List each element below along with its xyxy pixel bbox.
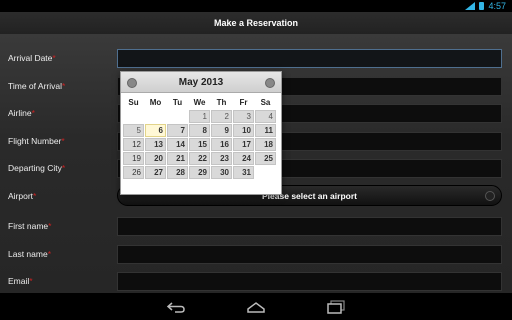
weekday-header: Su: [128, 98, 139, 107]
calendar-day[interactable]: 8: [189, 124, 210, 137]
weekday-header: Fr: [239, 98, 248, 107]
calendar-day[interactable]: 29: [189, 166, 210, 179]
weekday-header: We: [193, 98, 206, 107]
calendar-day[interactable]: 26: [123, 166, 144, 179]
weekday-header: Tu: [172, 98, 183, 107]
status-clock: 4:57: [488, 1, 506, 11]
calendar-day[interactable]: 4: [255, 110, 276, 123]
calendar-day[interactable]: 19: [123, 152, 144, 165]
calendar-day[interactable]: 14: [167, 138, 188, 151]
first-name-field[interactable]: [117, 217, 502, 236]
weekday-header: Sa: [260, 98, 271, 107]
weekday-header: Mo: [149, 98, 162, 107]
calendar-week-row: 26 27 28 29 30 31: [123, 166, 276, 179]
row-first-name: First name*: [0, 214, 512, 241]
calendar-week-row: 5 6 7 8 9 10 11: [123, 124, 276, 137]
airport-label: Airport*: [8, 191, 37, 201]
first-name-label: First name*: [8, 221, 52, 231]
calendar-day[interactable]: 27: [145, 166, 166, 179]
calendar-day[interactable]: 6: [145, 124, 166, 137]
last-name-label: Last name*: [8, 249, 52, 259]
calendar-grid: Su Mo Tu We Th Fr Sa 1 2 3 4 5 6 7 8 9 10 11 12 13 14 15 16 17…: [122, 95, 277, 180]
time-of-arrival-label: Time of Arrival*: [8, 81, 66, 91]
date-picker-calendar: May 2013 Su Mo Tu We Th Fr Sa 1 2 3 4 5 6 7 8 9 10 11 12 1…: [120, 71, 282, 195]
calendar-day[interactable]: 28: [167, 166, 188, 179]
calendar-day[interactable]: 12: [123, 138, 144, 151]
calendar-day[interactable]: 21: [167, 152, 188, 165]
calendar-day[interactable]: 10: [233, 124, 254, 137]
next-month-icon[interactable]: [265, 78, 275, 88]
calendar-day[interactable]: 31: [233, 166, 254, 179]
calendar-day[interactable]: 30: [211, 166, 232, 179]
battery-icon: [479, 2, 485, 10]
calendar-empty-cell: [167, 110, 188, 123]
calendar-day[interactable]: 13: [145, 138, 166, 151]
calendar-day[interactable]: 16: [211, 138, 232, 151]
calendar-empty-cell: [255, 166, 276, 179]
weekday-header: Th: [216, 98, 227, 107]
calendar-day[interactable]: 2: [211, 110, 232, 123]
title-bar: Make a Reservation: [0, 12, 512, 35]
back-icon[interactable]: [166, 300, 186, 314]
calendar-week-row: 19 20 21 22 23 24 25: [123, 152, 276, 165]
calendar-day[interactable]: 1: [189, 110, 210, 123]
email-label: Email*: [8, 276, 33, 286]
last-name-field[interactable]: [117, 245, 502, 264]
calendar-day[interactable]: 24: [233, 152, 254, 165]
calendar-day[interactable]: 22: [189, 152, 210, 165]
row-email: Email*: [0, 269, 512, 296]
row-arrival-date: Arrival Date*: [0, 46, 512, 73]
calendar-day[interactable]: 25: [255, 152, 276, 165]
airline-label: Airline*: [8, 108, 35, 118]
calendar-day[interactable]: 3: [233, 110, 254, 123]
arrival-date-label: Arrival Date*: [8, 53, 56, 63]
home-icon[interactable]: [246, 300, 266, 314]
calendar-empty-cell: [145, 110, 166, 123]
calendar-day[interactable]: 5: [123, 124, 144, 137]
departing-city-label: Departing City*: [8, 163, 66, 173]
calendar-body: 1 2 3 4 5 6 7 8 9 10 11 12 13 14 15 16 17 18 19 20 21 22 23 24 2…: [123, 110, 276, 179]
calendar-day[interactable]: 17: [233, 138, 254, 151]
row-last-name: Last name*: [0, 242, 512, 269]
calendar-month-title: May 2013: [178, 76, 224, 88]
calendar-day[interactable]: 20: [145, 152, 166, 165]
calendar-header: May 2013: [121, 72, 281, 93]
calendar-day[interactable]: 18: [255, 138, 276, 151]
calendar-week-row: 1234: [123, 110, 276, 123]
status-bar: 4:57: [0, 0, 512, 12]
signal-icon: [465, 2, 476, 10]
system-nav-bar: [0, 293, 512, 320]
calendar-empty-cell: [123, 110, 144, 123]
prev-month-icon[interactable]: [127, 78, 137, 88]
page-title: Make a Reservation: [213, 18, 299, 28]
arrival-date-field[interactable]: [117, 49, 502, 68]
recent-apps-icon[interactable]: [326, 299, 346, 314]
flight-number-label: Flight Number*: [8, 136, 65, 146]
calendar-day[interactable]: 11: [255, 124, 276, 137]
email-field[interactable]: [117, 272, 502, 291]
calendar-day[interactable]: 7: [167, 124, 188, 137]
radio-knob-icon: [485, 191, 495, 201]
calendar-day[interactable]: 9: [211, 124, 232, 137]
calendar-day[interactable]: 15: [189, 138, 210, 151]
weekday-row: Su Mo Tu We Th Fr Sa: [123, 96, 276, 109]
calendar-week-row: 12 13 14 15 16 17 18: [123, 138, 276, 151]
calendar-day[interactable]: 23: [211, 152, 232, 165]
